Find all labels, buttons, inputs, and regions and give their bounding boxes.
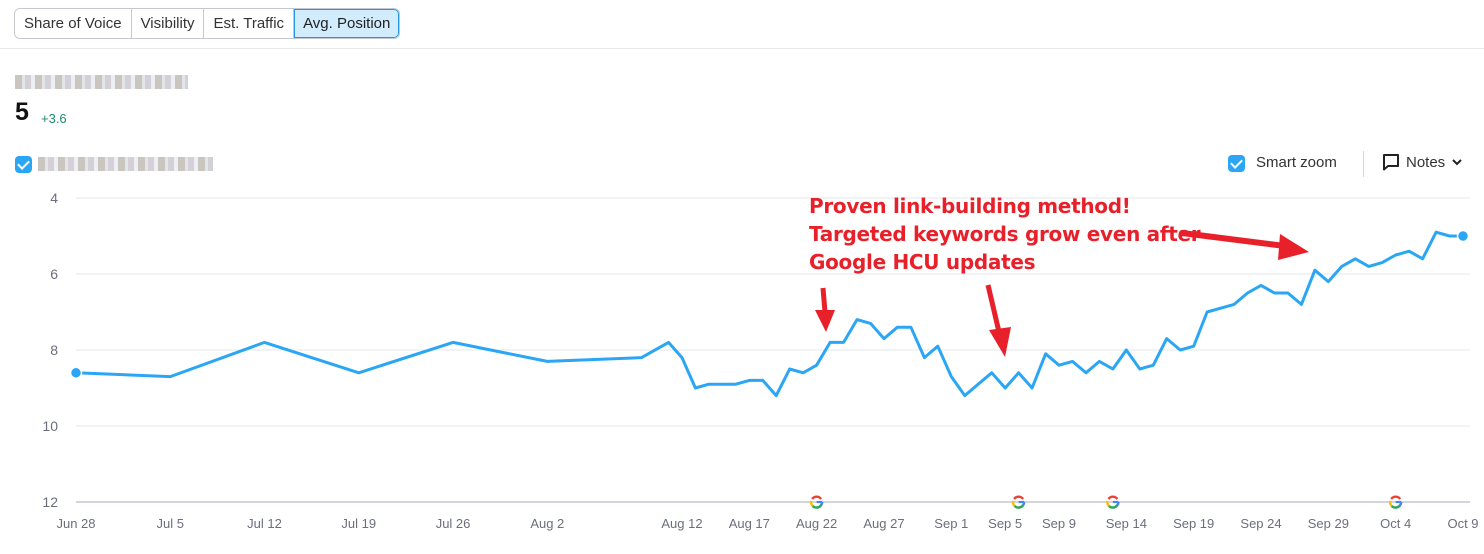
- x-tick-label: Sep 9: [1042, 516, 1076, 531]
- series-endpoint-marker: [69, 366, 83, 380]
- x-tick-label: Sep 1: [934, 516, 968, 531]
- annotation-line-3: Google HCU updates: [809, 250, 1036, 274]
- x-tick-label: Jul 12: [247, 516, 282, 531]
- x-tick-label: Jul 5: [157, 516, 184, 531]
- annotation-text: Proven link-building method! Targeted ke…: [809, 192, 1201, 276]
- x-tick-label: Sep 19: [1173, 516, 1214, 531]
- x-tick-label: Sep 24: [1240, 516, 1281, 531]
- series-line: [75, 230, 1463, 398]
- x-tick-label: Aug 27: [863, 516, 904, 531]
- x-tick-label: Aug 17: [729, 516, 770, 531]
- arrow-sep26: [1179, 230, 1309, 260]
- y-tick-label: 8: [50, 342, 58, 358]
- y-tick-label: 6: [50, 266, 58, 282]
- x-tick-label: Jun 28: [56, 516, 95, 531]
- google-g-green: [1013, 504, 1025, 509]
- google-g-green: [1108, 504, 1119, 509]
- x-tick-label: Jul 26: [436, 516, 471, 531]
- y-tick-label: 12: [42, 494, 58, 510]
- x-tick-label: Aug 2: [530, 516, 564, 531]
- google-g-red: [1390, 495, 1402, 500]
- arrow-sep5: [985, 284, 1011, 357]
- x-tick-label: Sep 14: [1106, 516, 1147, 531]
- x-tick-label: Aug 22: [796, 516, 837, 531]
- x-tick-label: Aug 12: [661, 516, 702, 531]
- google-g-red: [1107, 495, 1119, 500]
- google-g-red: [1013, 495, 1025, 500]
- y-tick-label: 10: [42, 418, 58, 434]
- x-tick-label: Sep 5: [988, 516, 1022, 531]
- x-tick-label: Oct 9: [1447, 516, 1478, 531]
- x-tick-label: Jul 19: [341, 516, 376, 531]
- annotation-line-1: Proven link-building method!: [809, 194, 1131, 218]
- annotation-line-2: Targeted keywords grow even after: [809, 222, 1201, 246]
- google-g-green: [1390, 504, 1402, 509]
- google-g-green: [811, 504, 823, 509]
- series-endpoint-marker: [1456, 229, 1470, 243]
- arrow-aug22: [815, 287, 835, 332]
- google-g-red: [811, 495, 823, 500]
- y-tick-label: 4: [50, 190, 58, 206]
- avg-position-chart: 4 6 8 10 12 Jun 28 Jul 5 Jul 12 Jul 19 Jul 26 Aug…: [42, 190, 1478, 531]
- x-tick-label: Sep 29: [1308, 516, 1349, 531]
- x-tick-label: Oct 4: [1380, 516, 1411, 531]
